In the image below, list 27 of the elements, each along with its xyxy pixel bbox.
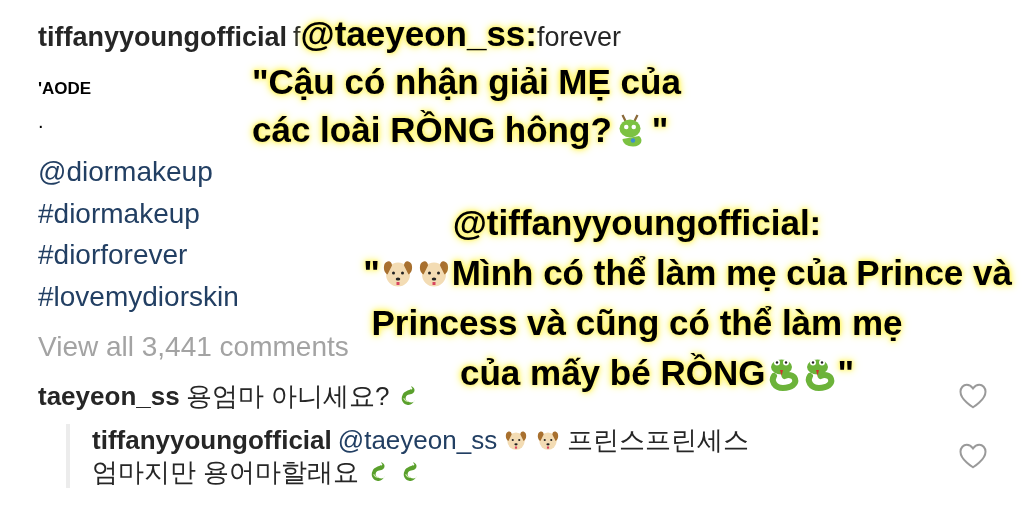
caption-text: .	[38, 111, 44, 131]
overlay-caption: "	[363, 252, 380, 294]
overlay-heading: @tiffanyyoungofficial:	[452, 202, 822, 244]
hashtag-link[interactable]: #lovemydiorskin	[38, 275, 239, 317]
reply-text: 프린스프린세스	[567, 424, 750, 456]
reply-username[interactable]: tiffanyyoungofficial	[92, 424, 332, 456]
overlay-caption: Mình có thể làm mẹ của Prince và	[451, 252, 1012, 294]
reply-text: 엄마지만 용어마할래요	[92, 456, 360, 488]
overlay-caption: "	[837, 352, 854, 394]
overlay-caption: của mấy bé RỒNG	[460, 352, 766, 394]
overlay-caption: các loài RỒNG hông?	[252, 109, 612, 151]
comment-username[interactable]: taeyeon_ss	[38, 378, 180, 414]
like-button[interactable]	[958, 382, 988, 410]
mention-link[interactable]: @taeyeon_ss	[337, 424, 498, 456]
overlay-caption: Princess và cũng có thể làm mẹ	[371, 302, 903, 344]
hashtag-link[interactable]: @diormakeup	[38, 151, 213, 193]
caption-text: f	[293, 21, 301, 52]
overlay-caption: "	[651, 109, 669, 151]
hashtag-link[interactable]: #diorforever	[38, 234, 188, 276]
comment-text: 용엄마 아니세요?	[185, 380, 390, 413]
like-button[interactable]	[958, 442, 988, 470]
overlay-caption: "Cậu có nhận giải MẸ của	[252, 61, 681, 103]
post-username[interactable]: tiffanyyoungofficial	[38, 17, 287, 57]
caption-text: 'AODE	[38, 78, 92, 100]
caption-text: forever	[537, 21, 622, 54]
overlay-heading: @taeyeon_ss:	[300, 14, 537, 54]
hashtag-link[interactable]: #diormakeup	[38, 192, 200, 234]
